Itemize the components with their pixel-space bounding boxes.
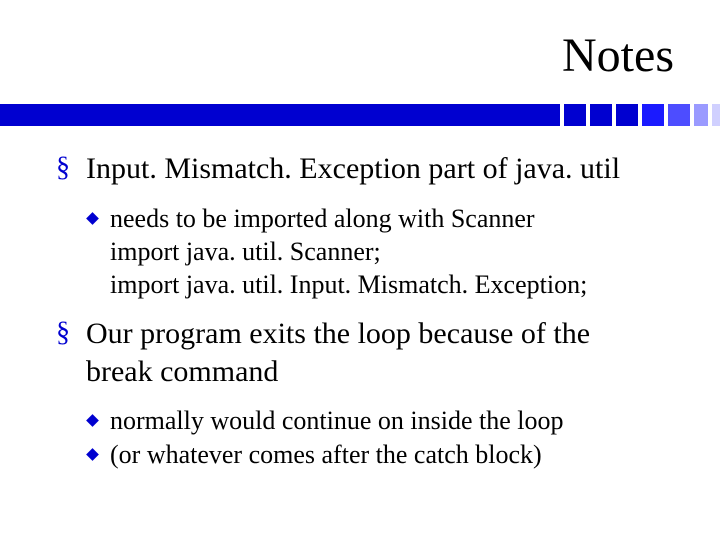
accent-block	[590, 104, 612, 126]
accent-block	[616, 104, 638, 126]
bullet-level1: Our program exits the loop because of th…	[56, 315, 664, 390]
slide: Notes Input. Mismatch. Exception part of…	[0, 0, 720, 540]
bullet-level2: (or whatever comes after the catch block…	[56, 438, 664, 471]
slide-title: Notes	[562, 28, 674, 83]
accent-stripe-solid	[0, 104, 560, 126]
accent-block	[712, 104, 720, 126]
bullet-subgroup: needs to be imported along with Scanner …	[56, 202, 664, 302]
bullet-level2-continuation: import java. util. Input. Mismatch. Exce…	[56, 268, 664, 301]
bullet-text: Our program exits the loop because of th…	[86, 317, 590, 388]
accent-block	[668, 104, 690, 126]
bullet-text: (or whatever comes after the catch block…	[110, 440, 542, 469]
bullet-text: Input. Mismatch. Exception part of java.…	[86, 152, 620, 185]
accent-stripe	[0, 104, 720, 126]
bullet-level1: Input. Mismatch. Exception part of java.…	[56, 150, 664, 188]
accent-block	[642, 104, 664, 126]
bullet-subgroup: normally would continue on inside the lo…	[56, 404, 664, 471]
bullet-text: normally would continue on inside the lo…	[110, 406, 564, 435]
accent-block	[564, 104, 586, 126]
slide-content: Input. Mismatch. Exception part of java.…	[56, 150, 664, 485]
bullet-level2-continuation: import java. util. Scanner;	[56, 235, 664, 268]
bullet-text: needs to be imported along with Scanner	[110, 204, 535, 233]
bullet-text: import java. util. Scanner;	[110, 237, 381, 266]
accent-block	[694, 104, 708, 126]
bullet-level2: needs to be imported along with Scanner	[56, 202, 664, 235]
bullet-level2: normally would continue on inside the lo…	[56, 404, 664, 437]
accent-stripe-blocks	[560, 104, 720, 126]
bullet-text: import java. util. Input. Mismatch. Exce…	[110, 270, 587, 299]
